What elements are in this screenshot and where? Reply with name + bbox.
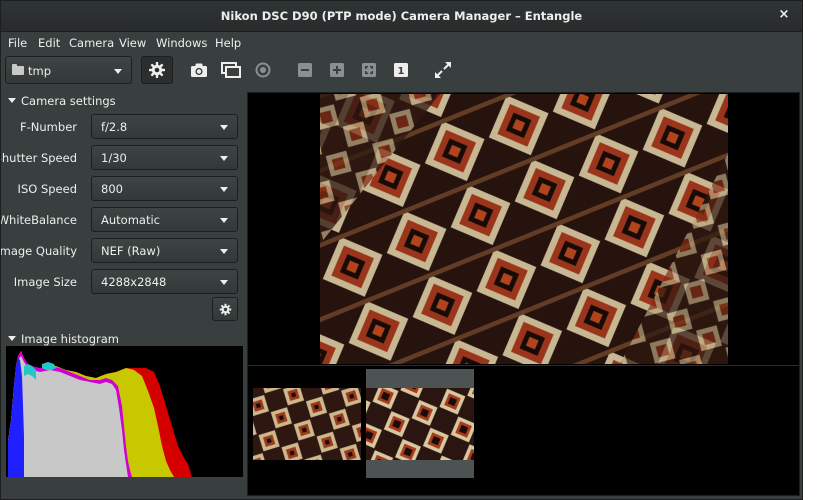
chevron-down-icon: [220, 187, 228, 192]
more-settings-button[interactable]: [212, 297, 238, 321]
thumbnail-2[interactable]: [366, 388, 474, 460]
image-quality-value: NEF (Raw): [101, 244, 161, 258]
menu-windows[interactable]: Windows: [156, 36, 207, 50]
capture-button[interactable]: [183, 56, 215, 84]
app-window: Nikon DSC D90 (PTP mode) Camera Manager …: [0, 0, 803, 500]
shutter-speed-combo[interactable]: 1/30: [91, 145, 238, 170]
preview-button[interactable]: [215, 56, 247, 84]
folder-icon: [12, 64, 24, 75]
f-number-combo[interactable]: f/2.8: [91, 114, 238, 139]
window-title: Nikon DSC D90 (PTP mode) Camera Manager …: [220, 9, 583, 23]
shutter-speed-value: 1/30: [101, 151, 127, 165]
chevron-down-icon: [114, 69, 122, 74]
image-histogram: [6, 346, 243, 477]
kilim-rug-photo: [320, 94, 728, 364]
camera-settings-title: Camera settings: [21, 94, 116, 108]
histogram-graph: [8, 351, 192, 477]
thumbnail-strip: [248, 365, 799, 495]
f-number-label: F-Number: [20, 120, 77, 134]
chevron-down-icon: [220, 218, 228, 223]
expander-arrow-icon: [8, 98, 16, 103]
settings-gear-button[interactable]: [141, 56, 173, 84]
menu-help[interactable]: Help: [215, 36, 241, 50]
image-histogram-title: Image histogram: [21, 332, 119, 346]
preview-icon: [221, 62, 241, 78]
f-number-value: f/2.8: [101, 120, 128, 134]
settings-gear-icon: [149, 62, 165, 78]
zoom-in-button[interactable]: [321, 56, 353, 84]
menu-view[interactable]: View: [119, 36, 146, 50]
image-histogram-expander[interactable]: Image histogram: [8, 332, 119, 346]
menu-camera[interactable]: Camera: [69, 36, 114, 50]
chevron-down-icon: [220, 249, 228, 254]
close-icon[interactable]: ×: [776, 7, 792, 25]
iso-speed-value: 800: [101, 182, 123, 196]
folder-name: tmp: [28, 64, 52, 78]
camera-settings-expander[interactable]: Camera settings: [8, 94, 116, 108]
menu-bar: File Edit Camera View Windows Help: [1, 32, 802, 54]
thumbnail-2-selected[interactable]: [366, 369, 474, 478]
record-button[interactable]: [247, 56, 279, 84]
image-quality-combo[interactable]: NEF (Raw): [91, 238, 238, 263]
iso-speed-label: ISO Speed: [17, 182, 77, 196]
zoom-normal-icon: 1: [394, 63, 408, 77]
iso-speed-combo[interactable]: 800: [91, 176, 238, 201]
sidebar: Camera settings F-Number f/2.8 Shutter S…: [0, 88, 247, 499]
thumbnail-1[interactable]: [253, 388, 361, 460]
zoom-fit-icon: [362, 63, 376, 77]
image-size-label: Image Size: [13, 275, 77, 289]
zoom-out-icon: [298, 63, 312, 77]
image-preview-area: [247, 92, 800, 496]
gear-icon: [219, 303, 231, 315]
chevron-down-icon: [220, 280, 228, 285]
image-quality-label: Image Quality: [0, 244, 77, 258]
fullscreen-icon: [435, 62, 451, 78]
fullscreen-button[interactable]: [427, 56, 459, 84]
thumbnail-2-image: [366, 388, 474, 460]
zoom-fit-button[interactable]: [353, 56, 385, 84]
expander-arrow-icon: [8, 336, 16, 341]
camera-icon: [191, 63, 207, 77]
main-image-preview[interactable]: [320, 94, 728, 364]
white-balance-combo[interactable]: Automatic: [91, 207, 238, 232]
zoom-normal-button[interactable]: 1: [385, 56, 417, 84]
chevron-down-icon: [220, 125, 228, 130]
chevron-down-icon: [220, 156, 228, 161]
folder-selector[interactable]: tmp: [5, 56, 132, 84]
zoom-in-icon: [330, 63, 344, 77]
image-size-value: 4288x2848: [101, 275, 167, 289]
shutter-speed-label: Shutter Speed: [0, 151, 77, 165]
record-icon: [255, 62, 271, 78]
menu-edit[interactable]: Edit: [38, 36, 60, 50]
image-size-combo[interactable]: 4288x2848: [91, 269, 238, 294]
white-balance-label: WhiteBalance: [0, 213, 77, 227]
menu-file[interactable]: File: [8, 36, 27, 50]
zoom-normal-label: 1: [398, 66, 405, 77]
toolbar: tmp 1: [1, 54, 802, 88]
white-balance-value: Automatic: [101, 213, 160, 227]
zoom-out-button[interactable]: [289, 56, 321, 84]
title-bar[interactable]: Nikon DSC D90 (PTP mode) Camera Manager …: [1, 1, 802, 32]
thumbnail-1-image: [253, 388, 361, 460]
